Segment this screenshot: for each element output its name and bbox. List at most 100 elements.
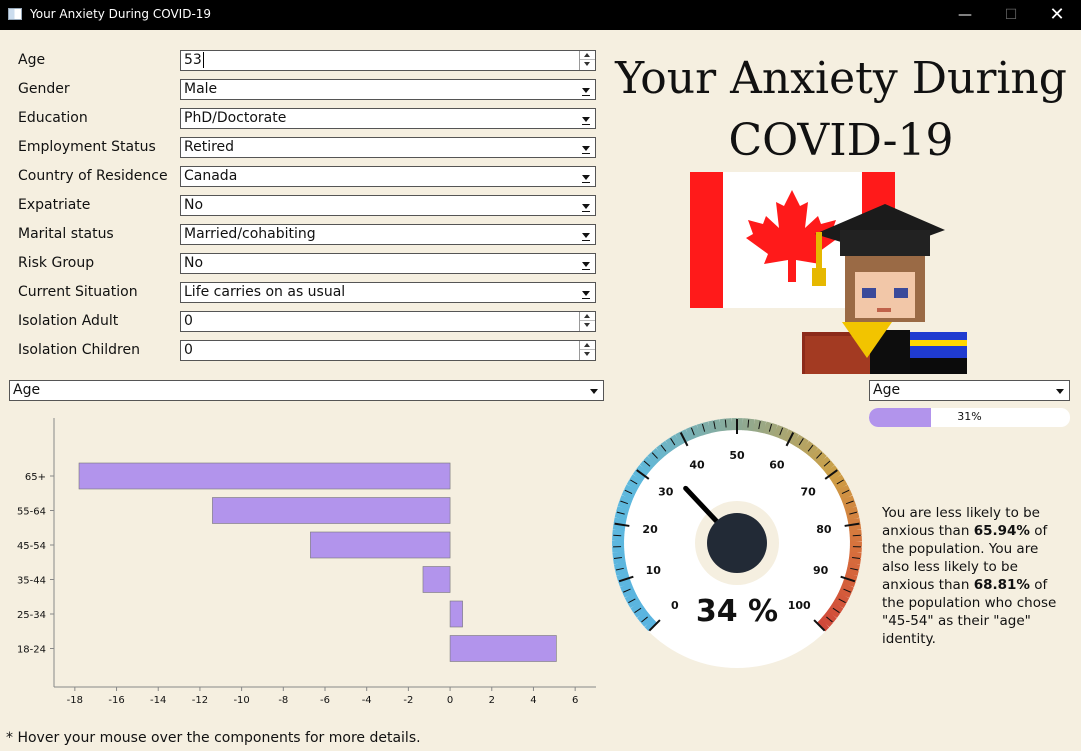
risk-dropdown[interactable]: No	[180, 253, 596, 274]
gauge-arc-segment	[615, 567, 629, 576]
gauge-arc-segment	[820, 614, 834, 628]
gauge-arc-segment	[629, 474, 643, 486]
iso-children-spinbox[interactable]: 0	[180, 340, 596, 361]
iso-children-value: 0	[184, 342, 193, 358]
bar-18-24[interactable]	[449, 635, 557, 662]
gauge-arc-segment	[691, 424, 701, 439]
desc-pct2: 68.81%	[973, 577, 1030, 593]
spin-up-icon[interactable]	[580, 341, 595, 350]
close-icon[interactable]: ✕	[1034, 0, 1080, 30]
gauge-tick-label: 60	[769, 459, 785, 472]
marital-dropdown[interactable]: Married/cohabiting	[180, 224, 596, 245]
gauge-arc-segment	[823, 610, 837, 623]
gauge-arc-segment	[670, 434, 682, 448]
gauge-arc-segment	[643, 455, 657, 469]
gauge-arc-segment	[847, 562, 861, 571]
x-tick-label: -6	[320, 695, 330, 706]
minimize-icon[interactable]: —	[942, 0, 988, 30]
x-tick-label: -2	[403, 695, 413, 706]
chevron-down-icon	[582, 233, 590, 241]
chart-category-dropdown[interactable]: Age	[9, 380, 604, 401]
gauge-arc-segment	[612, 551, 625, 559]
gauge-arc-segment	[839, 490, 853, 501]
employment-value: Retired	[184, 139, 235, 155]
gauge-arc-segment	[719, 418, 727, 432]
chevron-down-icon	[1056, 389, 1064, 394]
gauge-arc-segment	[848, 556, 861, 565]
expatriate-dropdown[interactable]: No	[180, 195, 596, 216]
risk-value: No	[184, 255, 204, 271]
spin-up-icon[interactable]	[580, 312, 595, 321]
gauge-arc-segment	[640, 614, 654, 627]
app-icon	[8, 8, 22, 20]
chevron-down-icon	[582, 88, 590, 96]
maximize-icon[interactable]: ☐	[988, 0, 1034, 30]
gauge-arc-segment	[827, 606, 841, 619]
gauge-tick-label: 40	[689, 459, 705, 472]
iso-adult-label: Isolation Adult	[18, 313, 119, 329]
page-title: Your Anxiety During COVID-19	[612, 48, 1070, 172]
spin-down-icon[interactable]	[580, 60, 595, 69]
bar-65+[interactable]	[78, 462, 451, 490]
situation-label: Current Situation	[18, 284, 138, 300]
age-value: 53	[184, 52, 202, 68]
identity-category-dropdown[interactable]: Age	[869, 380, 1070, 401]
gauge-arc-segment	[849, 529, 862, 537]
spin-down-icon[interactable]	[580, 350, 595, 359]
x-tick-label: -8	[278, 695, 288, 706]
situation-value: Life carries on as usual	[184, 284, 346, 300]
chevron-down-icon	[582, 262, 590, 270]
gauge-arc-segment	[630, 601, 644, 614]
iso-adult-spinbox[interactable]: 0	[180, 311, 596, 332]
employment-dropdown[interactable]: Retired	[180, 137, 596, 158]
gender-value: Male	[184, 81, 218, 97]
education-dropdown[interactable]: PhD/Doctorate	[180, 108, 596, 129]
gauge-arc-segment	[633, 606, 647, 618]
gauge-arc-segment	[831, 474, 845, 486]
bar-25-34[interactable]	[449, 600, 463, 628]
risk-label: Risk Group	[18, 255, 95, 271]
gauge-arc-segment	[624, 592, 639, 603]
age-spin-buttons[interactable]	[579, 51, 595, 70]
gauge-tick	[852, 534, 861, 537]
gender-dropdown[interactable]: Male	[180, 79, 596, 100]
x-tick-label: -10	[233, 695, 249, 706]
gauge-arc-segment	[614, 511, 628, 521]
chevron-down-icon	[582, 291, 590, 299]
bar-55-64[interactable]	[212, 497, 451, 524]
desc-pct1: 65.94%	[973, 523, 1030, 539]
y-tick-label: 65+	[25, 472, 46, 483]
gauge-tick-label: 100	[788, 599, 811, 612]
gender-label: Gender	[18, 81, 70, 97]
iso-children-spin-buttons[interactable]	[579, 341, 595, 360]
country-dropdown[interactable]: Canada	[180, 166, 596, 187]
gauge-arc-segment	[768, 423, 778, 437]
expatriate-label: Expatriate	[18, 197, 91, 213]
anxiety-bar-chart[interactable]: 65+ 55-64 45-54 35-44 25-34 18-24 -18 -16 -14 -12…	[10, 408, 610, 708]
gauge-tick-label: 50	[729, 449, 745, 462]
age-spinbox[interactable]: 53	[180, 50, 596, 71]
gauge-tick-label: 80	[816, 523, 832, 536]
anxiety-gauge[interactable]: 0 10 20 30 40 50 60 70 80 90 100 34 %	[600, 412, 870, 682]
spin-down-icon[interactable]	[580, 321, 595, 330]
country-value: Canada	[184, 168, 238, 184]
gauge-arc-segment	[792, 434, 805, 448]
spin-up-icon[interactable]	[580, 51, 595, 60]
iso-children-label: Isolation Children	[18, 342, 140, 358]
y-tick-label: 25-34	[17, 610, 46, 621]
chart-category-value: Age	[13, 382, 41, 398]
gauge-arc-segment	[708, 420, 717, 434]
gauge-arc-segment	[840, 582, 854, 593]
bar-35-44[interactable]	[422, 566, 451, 593]
situation-dropdown[interactable]: Life carries on as usual	[180, 282, 596, 303]
bar-45-54[interactable]	[310, 531, 451, 559]
gauge-hub	[707, 513, 767, 573]
title-line-1: Your Anxiety During	[615, 53, 1067, 104]
gauge-arc-segment	[626, 479, 641, 491]
age-label: Age	[18, 52, 46, 68]
iso-adult-spin-buttons[interactable]	[579, 312, 595, 331]
iso-adult-value: 0	[184, 313, 193, 329]
country-label: Country of Residence	[18, 168, 168, 184]
gauge-arc-segment	[612, 556, 626, 565]
gauge-arc-segment	[846, 512, 860, 521]
